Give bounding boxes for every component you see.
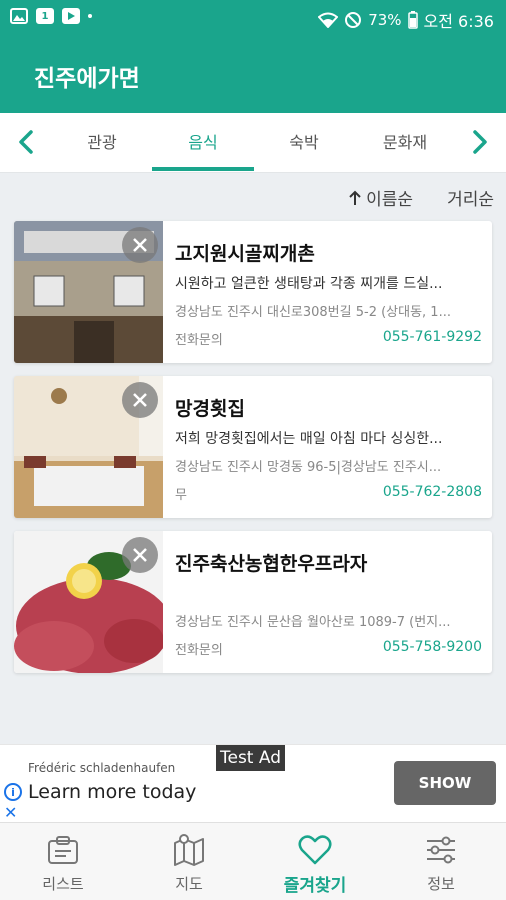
place-address: 경상남도 진주시 대신로308번길 5-2 (상대동, 1... [175, 305, 451, 320]
ad-headline: Learn more today [28, 781, 197, 803]
status-notifications: 1 [10, 8, 92, 24]
notification-badge-icon: 1 [36, 8, 54, 24]
close-icon [133, 548, 147, 562]
map-icon [174, 834, 204, 866]
ad-info-icon[interactable]: i [4, 783, 22, 801]
nav-info-label: 정보 [427, 875, 455, 893]
sort-options: 이름순 거리순 [348, 185, 494, 210]
clock: 오전 6:36 [423, 12, 494, 31]
sort-by-distance-label: 거리순 [447, 190, 494, 210]
tabs-prev-button[interactable] [12, 127, 42, 157]
list-item[interactable]: 진주축산농협한우프라자 경상남도 진주시 문산읍 월아산로 1089-7 (번지… [14, 531, 492, 673]
youtube-icon [62, 8, 80, 24]
nav-map[interactable]: 지도 [126, 823, 252, 900]
more-notifications-dot [88, 14, 92, 18]
place-description: 시원하고 얼큰한 생태탕과 각종 찌개를 드실... [175, 276, 443, 292]
chevron-right-icon [473, 130, 487, 154]
phone-number-link[interactable]: 055-761-9292 [383, 329, 482, 345]
place-address: 경상남도 진주시 망경동 96-5|경상남도 진주시... [175, 460, 442, 475]
remove-favorite-button[interactable] [122, 227, 158, 263]
place-title: 망경횟집 [175, 398, 245, 420]
test-ad-badge: Test Ad [216, 745, 286, 771]
ad-close-icon[interactable]: ✕ [4, 803, 17, 822]
ad-banner[interactable]: Test Ad i ✕ Frédéric schladenhaufen Lear… [0, 744, 506, 822]
status-system: 73% 오전 6:36 [318, 8, 494, 32]
clipboard-icon [48, 836, 78, 864]
category-tabs: 관광 음식 숙박 문화재 [0, 113, 506, 173]
phone-label: 전화문의 [175, 643, 223, 658]
tab-tourism[interactable]: 관광 [52, 113, 152, 173]
tabs-next-button[interactable] [464, 127, 494, 157]
nav-info[interactable]: 정보 [378, 823, 504, 900]
place-address: 경상남도 진주시 문산읍 월아산로 1089-7 (번지... [175, 615, 451, 630]
active-tab-indicator [152, 167, 254, 171]
app-title: 진주에가면 [34, 66, 140, 92]
sort-by-name-label: 이름순 [366, 190, 414, 210]
ad-show-button[interactable]: SHOW [394, 761, 496, 805]
tab-food[interactable]: 음식 [153, 113, 253, 173]
nav-map-label: 지도 [175, 875, 203, 893]
place-description: 저희 망경횟집에서는 매일 아침 마다 싱싱한... [175, 431, 443, 447]
place-title: 고지원시골찌개촌 [175, 243, 315, 265]
nav-list[interactable]: 리스트 [0, 823, 126, 900]
wifi-icon [318, 12, 339, 28]
chevron-left-icon [19, 130, 33, 154]
nav-favorites[interactable]: 즐겨찾기 [252, 823, 378, 900]
sort-by-name-button[interactable]: 이름순 [348, 185, 413, 210]
remove-favorite-button[interactable] [122, 382, 158, 418]
status-bar: 1 73% 오전 6:36 [0, 0, 506, 35]
list-item[interactable]: 망경횟집 저희 망경횟집에서는 매일 아침 마다 싱싱한... 경상남도 진주시… [14, 376, 492, 518]
remove-favorite-button[interactable] [122, 537, 158, 573]
heart-icon [298, 835, 332, 865]
battery-percent: 73% [368, 11, 402, 29]
close-icon [133, 238, 147, 252]
nav-favorites-label: 즐겨찾기 [283, 876, 347, 896]
list-item[interactable]: 고지원시골찌개촌 시원하고 얼큰한 생태탕과 각종 찌개를 드실... 경상남도… [14, 221, 492, 363]
sort-by-distance-button[interactable]: 거리순 [447, 185, 494, 210]
ad-advertiser: Frédéric schladenhaufen [28, 761, 176, 775]
app-bar: 진주에가면 [0, 35, 506, 113]
phone-number-link[interactable]: 055-762-2808 [383, 484, 482, 500]
phone-label: 전화문의 [175, 333, 223, 348]
do-not-disturb-icon [345, 12, 362, 28]
arrow-up-icon [349, 190, 361, 205]
tab-lodging[interactable]: 숙박 [254, 113, 354, 173]
phone-number-link[interactable]: 055-758-9200 [383, 639, 482, 655]
close-icon [133, 393, 147, 407]
sliders-icon [427, 836, 455, 864]
gallery-icon [10, 8, 28, 24]
bottom-nav: 리스트 지도 즐겨찾기 정보 [0, 822, 506, 900]
nav-list-label: 리스트 [42, 875, 84, 893]
place-title: 진주축산농협한우프라자 [175, 553, 368, 575]
battery-icon [407, 11, 418, 29]
tab-cultural-heritage[interactable]: 문화재 [355, 113, 455, 173]
phone-label: 무 [175, 488, 187, 503]
